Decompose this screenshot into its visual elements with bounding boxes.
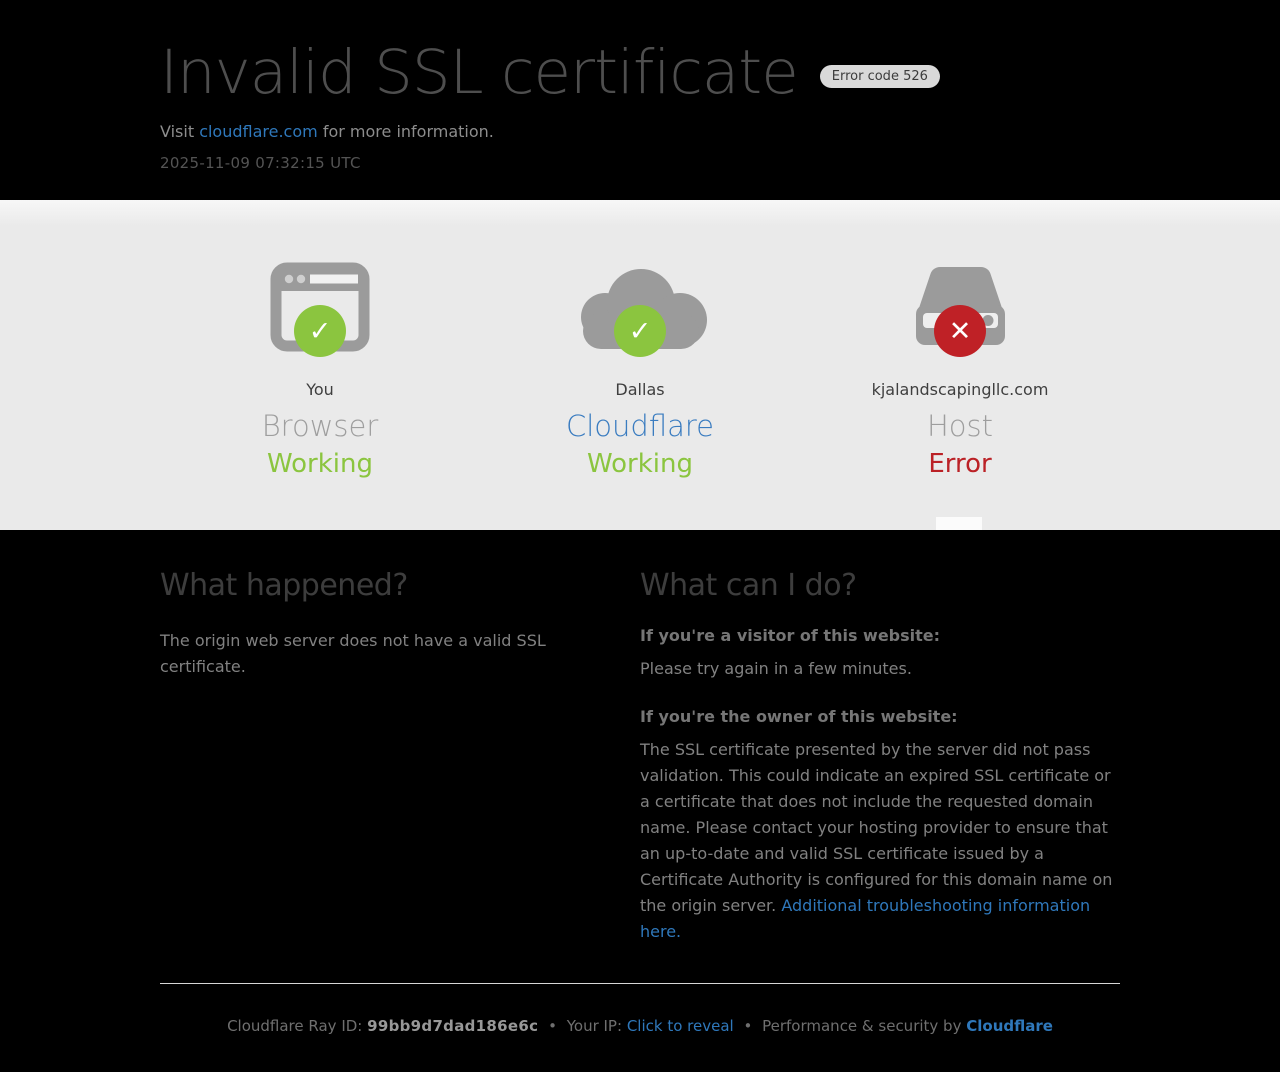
browser-icon-stack: ✓ (160, 262, 480, 352)
status-column-browser: ✓ You Browser Working (160, 200, 480, 479)
owner-block: If you're the owner of this website: The… (640, 707, 1120, 945)
header-section: Invalid SSL certificate Error code 526 V… (0, 0, 1280, 200)
owner-body: The SSL certificate presented by the ser… (640, 737, 1120, 945)
what-can-i-do-column: What can I do? If you're a visitor of th… (640, 568, 1120, 945)
visit-line: Visit cloudflare.com for more informatio… (160, 122, 1120, 141)
browser-ok-badge: ✓ (294, 305, 346, 357)
browser-node-role: Browser (160, 409, 480, 443)
details-section: What happened? The origin web server doe… (0, 530, 1280, 1035)
timestamp: 2025-11-09 07:32:15 UTC (160, 154, 1120, 172)
cloud-icon-stack: ✓ (480, 262, 800, 352)
cloudflare-node-role: Cloudflare (480, 409, 800, 443)
host-node-status: Error (800, 449, 1120, 479)
server-icon-stack: ✕ (800, 262, 1120, 352)
host-node-role: Host (800, 409, 1120, 443)
visitor-body: Please try again in a few minutes. (640, 656, 1120, 682)
host-error-badge: ✕ (934, 305, 986, 357)
visit-prefix: Visit (160, 122, 199, 141)
page-title: Invalid SSL certificate (160, 42, 798, 103)
error-code-badge: Error code 526 (820, 65, 940, 88)
cloudflare-brand-link[interactable]: Cloudflare (966, 1017, 1053, 1035)
your-ip-label: Your IP: (567, 1017, 622, 1035)
cross-icon: ✕ (949, 316, 972, 347)
what-happened-heading: What happened? (160, 568, 640, 603)
click-to-reveal-link[interactable]: Click to reveal (627, 1017, 734, 1035)
cloudflare-ok-badge: ✓ (614, 305, 666, 357)
bullet-separator: • (548, 1017, 557, 1035)
cloudflare-com-link[interactable]: cloudflare.com (199, 122, 318, 141)
status-column-cloudflare: ✓ Dallas Cloudflare Working (480, 200, 800, 479)
status-column-host: ✕ kjalandscapingllc.com Host Error (800, 200, 1120, 479)
ray-id-value: 99bb9d7dad186e6c (367, 1017, 538, 1035)
ray-id-label: Cloudflare Ray ID: (227, 1017, 362, 1035)
check-icon: ✓ (309, 316, 332, 347)
cloudflare-node-name: Dallas (480, 380, 800, 399)
bullet-separator: • (743, 1017, 752, 1035)
visitor-subheading: If you're a visitor of this website: (640, 626, 1120, 645)
what-can-i-do-heading: What can I do? (640, 568, 1120, 603)
owner-subheading: If you're the owner of this website: (640, 707, 1120, 726)
what-happened-body: The origin web server does not have a va… (160, 628, 590, 680)
footer-divider (160, 983, 1120, 984)
browser-node-name: You (160, 380, 480, 399)
visit-suffix: for more information. (318, 122, 494, 141)
performance-security-label: Performance & security by (762, 1017, 961, 1035)
host-node-name: kjalandscapingllc.com (800, 380, 1120, 399)
footer: Cloudflare Ray ID: 99bb9d7dad186e6c • Yo… (160, 1017, 1120, 1035)
what-happened-column: What happened? The origin web server doe… (160, 568, 640, 945)
status-strip: ✓ You Browser Working ✓ Dallas Cloudflar… (0, 200, 1280, 530)
check-icon: ✓ (629, 316, 652, 347)
cloudflare-node-status: Working (480, 449, 800, 479)
owner-body-text: The SSL certificate presented by the ser… (640, 740, 1112, 915)
browser-node-status: Working (160, 449, 480, 479)
partial-white-box (936, 517, 982, 530)
